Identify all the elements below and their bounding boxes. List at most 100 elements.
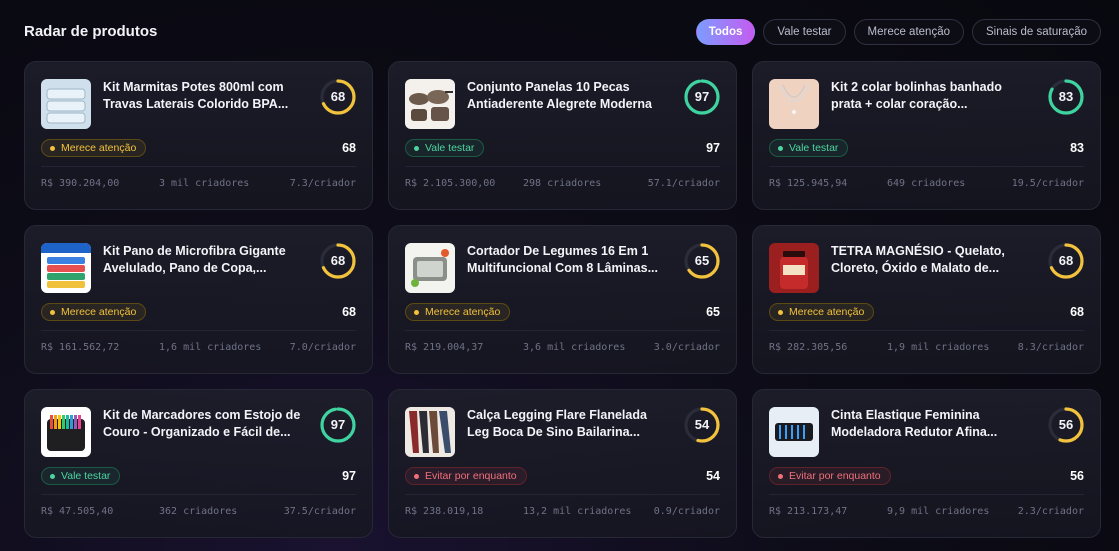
microfiber-cloth-image[interactable] [41, 243, 91, 293]
product-card[interactable]: Kit 2 colar bolinhas banhado prata + col… [752, 61, 1101, 210]
creators-count: 649 criadores [887, 178, 966, 189]
revenue-value: R$ 282.305,56 [769, 342, 848, 353]
food-containers-image[interactable] [41, 79, 91, 129]
status-dot-icon [50, 309, 55, 315]
product-card[interactable]: Kit Pano de Microfibra Gigante Avelulado… [24, 225, 373, 374]
filter-vale-testar[interactable]: Vale testar [763, 19, 846, 45]
product-name[interactable]: Cortador De Legumes 16 Em 1 Multifuncion… [467, 243, 667, 277]
markers-case-image[interactable] [41, 407, 91, 457]
product-card[interactable]: TETRA MAGNÉSIO - Quelato, Cloreto, Óxido… [752, 225, 1101, 374]
status-badge-label: Evitar por enquanto [425, 470, 517, 482]
card-stats: R$ 125.945,94 649 criadores 19.5/criador [769, 178, 1084, 189]
score-ring-value: 68 [1058, 253, 1074, 268]
status-badge-label: Vale testar [789, 142, 839, 154]
creators-count: 1,9 mil criadores [887, 342, 990, 353]
per-creator-value: 57.1/criador [647, 178, 720, 189]
status-badge-label: Evitar por enquanto [789, 470, 881, 482]
score-ring-value: 83 [1058, 89, 1074, 104]
creators-count: 3 mil criadores [159, 178, 250, 189]
revenue-value: R$ 2.105.300,00 [405, 178, 496, 189]
card-divider [41, 166, 356, 167]
card-divider [769, 330, 1084, 331]
per-creator-value: 8.3/criador [1017, 342, 1084, 353]
product-name[interactable]: Kit Pano de Microfibra Gigante Avelulado… [103, 243, 303, 277]
creators-count: 1,6 mil criadores [159, 342, 262, 353]
vegetable-cutter-image[interactable] [405, 243, 455, 293]
score-value: 65 [706, 305, 720, 319]
card-stats: R$ 282.305,56 1,9 mil criadores 8.3/cria… [769, 342, 1084, 353]
creators-count: 298 criadores [523, 178, 602, 189]
score-value: 83 [1070, 141, 1084, 155]
card-stats: R$ 2.105.300,00 298 criadores 57.1/criad… [405, 178, 720, 189]
per-creator-value: 37.5/criador [283, 506, 356, 517]
score-value: 56 [1070, 469, 1084, 483]
score-ring-value: 54 [694, 417, 710, 432]
per-creator-value: 19.5/criador [1011, 178, 1084, 189]
shaping-belt-image[interactable] [769, 407, 819, 457]
card-stats: R$ 161.562,72 1,6 mil criadores 7.0/cria… [41, 342, 356, 353]
card-stats: R$ 238.019,18 13,2 mil criadores 0.9/cri… [405, 506, 720, 517]
filter-sinais-de-saturacao[interactable]: Sinais de saturação [971, 19, 1101, 45]
status-badge-label: Merece atenção [425, 306, 501, 318]
per-creator-value: 7.0/criador [289, 342, 356, 353]
product-card[interactable]: Cortador De Legumes 16 Em 1 Multifuncion… [388, 225, 737, 374]
status-dot-icon [414, 473, 419, 479]
product-name[interactable]: TETRA MAGNÉSIO - Quelato, Cloreto, Óxido… [831, 243, 1031, 277]
score-ring: 68 [318, 241, 358, 281]
score-value: 68 [342, 305, 356, 319]
revenue-value: R$ 219.004,37 [405, 342, 484, 353]
status-badge: Vale testar [769, 139, 849, 157]
score-ring: 56 [1046, 405, 1086, 445]
creators-count: 3,6 mil criadores [523, 342, 626, 353]
revenue-value: R$ 161.562,72 [41, 342, 120, 353]
product-name[interactable]: Kit Marmitas Potes 800ml com Travas Late… [103, 79, 303, 113]
score-ring: 83 [1046, 77, 1086, 117]
product-card[interactable]: Conjunto Panelas 10 Pecas Antiaderente A… [388, 61, 737, 210]
product-name[interactable]: Conjunto Panelas 10 Pecas Antiaderente A… [467, 79, 667, 113]
supplement-bottle-image[interactable] [769, 243, 819, 293]
status-badge: Merece atenção [41, 303, 147, 321]
card-divider [405, 330, 720, 331]
per-creator-value: 7.3/criador [289, 178, 356, 189]
score-ring-value: 68 [330, 253, 346, 268]
card-divider [769, 494, 1084, 495]
status-badge: Merece atenção [41, 139, 147, 157]
filter-todos[interactable]: Todos [695, 19, 756, 45]
status-badge: Merece atenção [405, 303, 511, 321]
score-ring-value: 56 [1058, 417, 1074, 432]
product-name[interactable]: Calça Legging Flare Flanelada Leg Boca D… [467, 407, 667, 441]
card-divider [405, 166, 720, 167]
score-ring: 97 [682, 77, 722, 117]
score-ring: 68 [1046, 241, 1086, 281]
product-name[interactable]: Kit 2 colar bolinhas banhado prata + col… [831, 79, 1031, 113]
product-card[interactable]: Cinta Elastique Feminina Modeladora Redu… [752, 389, 1101, 538]
cookware-set-image[interactable] [405, 79, 455, 129]
score-value: 97 [342, 469, 356, 483]
card-stats: R$ 390.204,00 3 mil criadores 7.3/criado… [41, 178, 356, 189]
product-name[interactable]: Cinta Elastique Feminina Modeladora Redu… [831, 407, 1031, 441]
score-ring: 65 [682, 241, 722, 281]
card-divider [41, 330, 356, 331]
score-ring-value: 97 [694, 89, 710, 104]
product-card[interactable]: Kit Marmitas Potes 800ml com Travas Late… [24, 61, 373, 210]
per-creator-value: 2.3/criador [1017, 506, 1084, 517]
per-creator-value: 0.9/criador [653, 506, 720, 517]
score-ring-value: 65 [694, 253, 710, 268]
revenue-value: R$ 125.945,94 [769, 178, 848, 189]
card-divider [405, 494, 720, 495]
leggings-image[interactable] [405, 407, 455, 457]
status-badge: Vale testar [41, 467, 121, 485]
filter-merece-atencao[interactable]: Merece atenção [853, 19, 964, 45]
score-ring-value: 97 [330, 417, 346, 432]
product-card[interactable]: Calça Legging Flare Flanelada Leg Boca D… [388, 389, 737, 538]
product-name[interactable]: Kit de Marcadores com Estojo de Couro - … [103, 407, 303, 441]
card-divider [41, 494, 356, 495]
score-ring-value: 68 [330, 89, 346, 104]
card-stats: R$ 219.004,37 3,6 mil criadores 3.0/cria… [405, 342, 720, 353]
status-dot-icon [414, 309, 419, 315]
necklace-image[interactable] [769, 79, 819, 129]
score-value: 97 [706, 141, 720, 155]
per-creator-value: 3.0/criador [653, 342, 720, 353]
product-card[interactable]: Kit de Marcadores com Estojo de Couro - … [24, 389, 373, 538]
filter-bar: Todos Vale testar Merece atenção Sinais … [695, 19, 1101, 45]
